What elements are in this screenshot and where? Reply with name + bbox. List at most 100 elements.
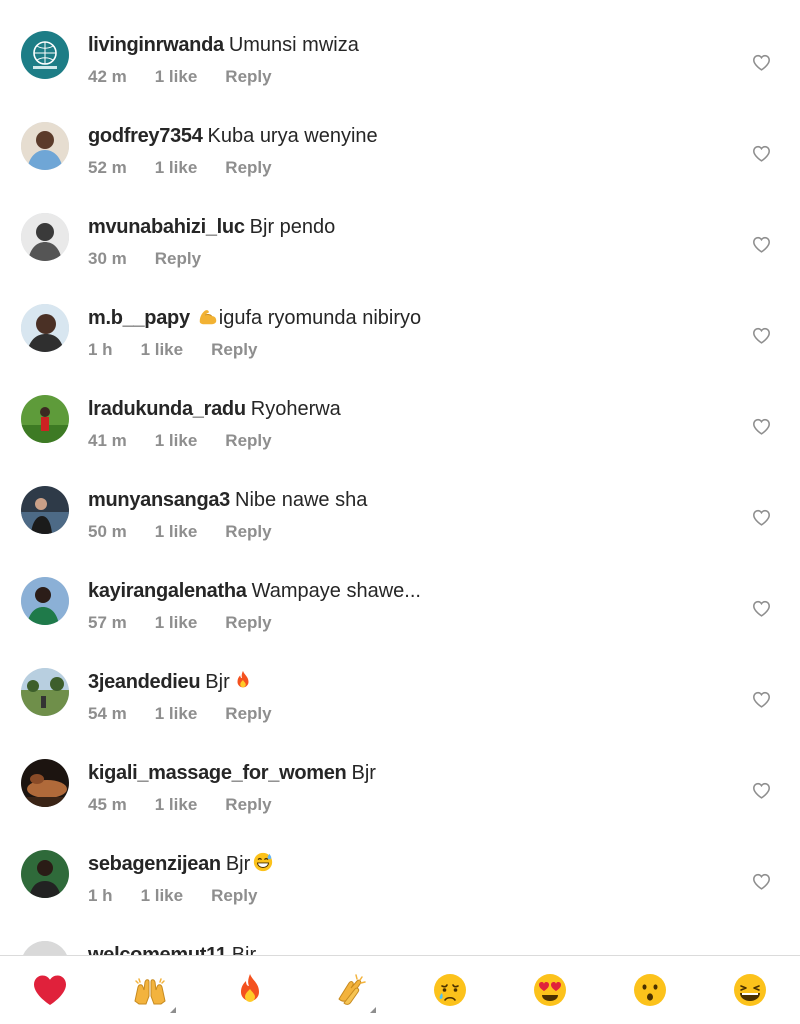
comment-meta: 1 h 1 like Reply — [88, 885, 257, 907]
reply-button[interactable]: Reply — [225, 157, 271, 179]
comments-list[interactable]: livinginrwanda Umunsi mwiza 42 m 1 like Repl… — [0, 0, 800, 955]
comment-text-line: munyansanga3 Nibe nawe sha — [88, 487, 367, 513]
comment-meta: 50 m 1 like Reply — [88, 521, 272, 543]
reply-button[interactable]: Reply — [225, 794, 271, 816]
reply-button[interactable]: Reply — [225, 521, 271, 543]
reply-button[interactable]: Reply — [225, 66, 271, 88]
avatar[interactable] — [21, 486, 69, 534]
comment-username[interactable]: mvunabahizi_luc — [88, 216, 245, 238]
comment-like-count[interactable]: 1 like — [155, 157, 198, 179]
comment-username[interactable]: godfrey7354 — [88, 125, 203, 147]
comment-item: lradukunda_radu Ryoherwa 41 m 1 like Reply — [0, 386, 800, 477]
comment-like-count[interactable]: 1 like — [155, 703, 198, 725]
comment-item: sebagenzijean Bjr 1 h 1 like Reply — [0, 841, 800, 932]
comment-text-line: lradukunda_radu Ryoherwa — [88, 396, 341, 422]
quick-reaction-bar — [0, 955, 800, 1024]
raising-hands-reaction-icon[interactable] — [131, 971, 176, 1013]
reply-button[interactable]: Reply — [155, 248, 201, 270]
comment-meta: 30 m Reply — [88, 248, 201, 270]
heart-outline-icon[interactable] — [752, 509, 771, 526]
comment-text-line: m.b__papy igufa ryomunda nibiryo — [88, 305, 421, 331]
avatar[interactable] — [21, 395, 69, 443]
comment-text-line: kayirangalenatha Wampaye shawe... — [88, 578, 421, 604]
comment-like-count[interactable]: 1 like — [155, 521, 198, 543]
comment-username[interactable]: lradukunda_radu — [88, 398, 246, 420]
reply-button[interactable]: Reply — [211, 339, 257, 361]
heart-outline-icon[interactable] — [752, 691, 771, 708]
heart-eyes-reaction-icon[interactable] — [531, 971, 569, 1009]
comment-username[interactable]: sebagenzijean — [88, 853, 221, 875]
avatar[interactable] — [21, 759, 69, 807]
comment-username[interactable]: munyansanga3 — [88, 489, 230, 511]
laughing-face-reaction-icon[interactable] — [731, 971, 769, 1009]
comment-like-count[interactable]: 1 like — [155, 430, 198, 452]
clapping-hands-reaction-icon[interactable] — [331, 971, 376, 1013]
red-heart-reaction-icon[interactable] — [31, 971, 69, 1009]
comment-timestamp: 54 m — [88, 704, 127, 723]
skin-tone-corner-icon — [170, 1007, 176, 1013]
comment-text-line: 3jeandedieu Bjr — [88, 669, 254, 695]
comment-body: Bjr — [225, 853, 251, 875]
comment-timestamp: 1 h — [88, 340, 113, 359]
comment-item: 3jeandedieu Bjr 54 m 1 like Reply — [0, 659, 800, 750]
comment-meta: 1 h 1 like Reply — [88, 339, 257, 361]
comment-like-count[interactable]: 1 like — [141, 339, 184, 361]
comment-meta: 45 m 1 like Reply — [88, 794, 272, 816]
comment-item: kayirangalenatha Wampaye shawe... 57 m 1 li… — [0, 568, 800, 659]
avatar[interactable] — [21, 668, 69, 716]
comment-body: Bjr — [351, 762, 376, 784]
avatar[interactable] — [21, 941, 69, 955]
comment-like-count[interactable]: 1 like — [141, 885, 184, 907]
comment-timestamp: 45 m — [88, 795, 127, 814]
comment-username[interactable]: welcomemut11 — [88, 944, 227, 955]
heart-outline-icon[interactable] — [752, 327, 771, 344]
comment-username[interactable]: kayirangalenatha — [88, 580, 247, 602]
comment-text-line: livinginrwanda Umunsi mwiza — [88, 32, 359, 58]
comment-username[interactable]: 3jeandedieu — [88, 671, 201, 693]
comment-timestamp: 42 m — [88, 67, 127, 86]
comment-username[interactable]: livinginrwanda — [88, 34, 224, 56]
avatar[interactable] — [21, 31, 69, 79]
comment-body: igufa ryomunda nibiryo — [218, 307, 422, 329]
avatar[interactable] — [21, 213, 69, 261]
avatar[interactable] — [21, 304, 69, 352]
reply-button[interactable]: Reply — [225, 703, 271, 725]
comment-body: Bjr — [205, 671, 230, 693]
comment-body: Bjr pendo — [249, 216, 336, 238]
comment-meta: 42 m 1 like Reply — [88, 66, 272, 88]
heart-outline-icon[interactable] — [752, 54, 771, 71]
heart-outline-icon[interactable] — [752, 145, 771, 162]
comment-username[interactable]: kigali_massage_for_women — [88, 762, 347, 784]
comment-item: m.b__papy igufa ryomunda nibiryo 1 h 1 like… — [0, 295, 800, 386]
comment-meta: 52 m 1 like Reply — [88, 157, 272, 179]
heart-outline-icon[interactable] — [752, 418, 771, 435]
comment-meta: 57 m 1 like Reply — [88, 612, 272, 634]
heart-outline-icon[interactable] — [752, 782, 771, 799]
heart-outline-icon[interactable] — [752, 236, 771, 253]
avatar[interactable] — [21, 850, 69, 898]
crying-face-reaction-icon[interactable] — [431, 971, 469, 1009]
comment-body: Ryoherwa — [250, 398, 341, 420]
heart-outline-icon[interactable] — [752, 600, 771, 617]
reply-button[interactable]: Reply — [211, 885, 257, 907]
comment-text-line: sebagenzijean Bjr — [88, 851, 274, 877]
comment-like-count[interactable]: 1 like — [155, 612, 198, 634]
comment-item: kigali_massage_for_women Bjr 45 m 1 like Rep… — [0, 750, 800, 841]
fire-reaction-icon[interactable] — [231, 971, 269, 1009]
comment-like-count[interactable]: 1 like — [155, 66, 198, 88]
comment-like-count[interactable]: 1 like — [155, 794, 198, 816]
reply-button[interactable]: Reply — [225, 612, 271, 634]
comment-item: welcomemut11 Bjr — [0, 932, 800, 955]
avatar[interactable] — [21, 577, 69, 625]
avatar[interactable] — [21, 122, 69, 170]
comment-timestamp: 57 m — [88, 613, 127, 632]
comment-item: mvunabahizi_luc Bjr pendo 30 m Reply — [0, 204, 800, 295]
comment-text-line: godfrey7354 Kuba urya wenyine — [88, 123, 378, 149]
comment-username[interactable]: m.b__papy — [88, 307, 190, 329]
comment-timestamp: 52 m — [88, 158, 127, 177]
comment-meta: 41 m 1 like Reply — [88, 430, 272, 452]
heart-outline-icon[interactable] — [752, 873, 771, 890]
reply-button[interactable]: Reply — [225, 430, 271, 452]
surprised-face-reaction-icon[interactable] — [631, 971, 669, 1009]
comment-item: godfrey7354 Kuba urya wenyine 52 m 1 like Re… — [0, 113, 800, 204]
